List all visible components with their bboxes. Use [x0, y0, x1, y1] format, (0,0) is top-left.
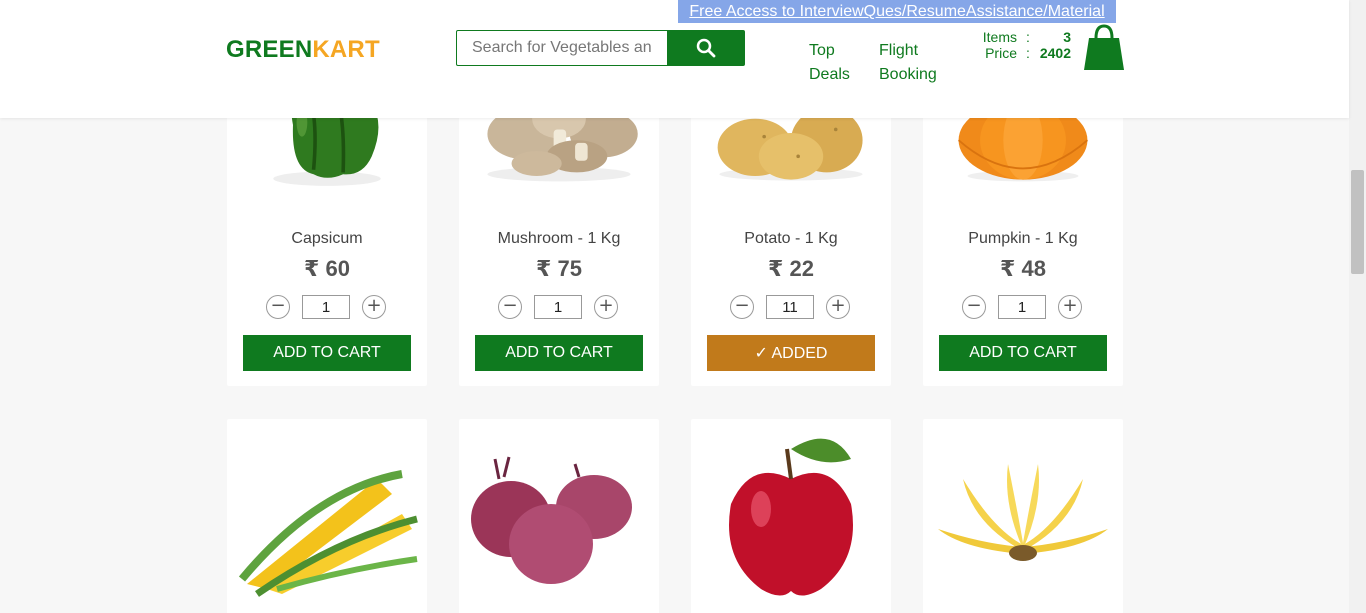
product-card-onion: [459, 419, 659, 613]
added-button[interactable]: ✓ ADDED: [707, 335, 875, 371]
product-price: ₹ 75: [536, 256, 582, 281]
quantity-input[interactable]: [302, 295, 350, 319]
search-button[interactable]: [667, 30, 745, 66]
increment-button[interactable]: +: [362, 295, 386, 319]
product-price: ₹ 48: [1000, 256, 1046, 281]
site-header: Free Access to InterviewQues/ResumeAssis…: [0, 0, 1349, 118]
quantity-input[interactable]: [534, 295, 582, 319]
add-to-cart-button[interactable]: ADD TO CART: [939, 335, 1107, 371]
apple-image: [729, 438, 853, 596]
product-card-corn: [227, 419, 427, 613]
product-price: ₹ 60: [304, 256, 350, 281]
items-count: 3: [1063, 29, 1071, 45]
corn-image: [238, 470, 418, 597]
quantity-input[interactable]: [766, 295, 814, 319]
search-icon: [696, 38, 716, 58]
increment-button[interactable]: +: [1058, 295, 1082, 319]
product-card-capsicum: Capsicum ₹ 60 − + ADD TO CART: [227, 74, 427, 386]
brand-part-kart: KART: [312, 36, 380, 63]
quantity-stepper: − +: [266, 295, 388, 319]
product-card-apple: [691, 419, 891, 613]
quantity-stepper: − +: [962, 295, 1084, 319]
scrollbar-thumb[interactable]: [1351, 170, 1364, 274]
search-input[interactable]: [456, 30, 668, 66]
product-name: Potato - 1 Kg: [744, 230, 838, 247]
brand-part-green: GREEN: [226, 36, 313, 63]
product-card-mushroom: Mushroom - 1 Kg ₹ 75 − + ADD TO CART: [459, 80, 659, 386]
decrement-button[interactable]: −: [730, 295, 754, 319]
price-separator: :: [1026, 45, 1030, 61]
items-label: Items: [982, 29, 1017, 45]
decrement-button[interactable]: −: [266, 295, 290, 319]
product-card-pumpkin: Pumpkin - 1 Kg ₹ 48 − + ADD TO CART: [923, 80, 1123, 386]
price-total: 2402: [1039, 45, 1071, 61]
onion-image: [471, 456, 632, 584]
items-separator: :: [1026, 29, 1030, 45]
increment-button[interactable]: +: [594, 295, 618, 319]
quantity-stepper: − +: [498, 295, 620, 319]
cart-bag-icon[interactable]: [1084, 24, 1124, 72]
quantity-stepper: − +: [730, 295, 852, 319]
quantity-input[interactable]: [998, 295, 1046, 319]
increment-button[interactable]: +: [826, 295, 850, 319]
add-to-cart-button[interactable]: ADD TO CART: [243, 335, 411, 371]
product-name: Capsicum: [291, 230, 363, 247]
page-scrollbar[interactable]: [1349, 0, 1366, 613]
decrement-button[interactable]: −: [498, 295, 522, 319]
cart-summary: Items : 3 Price : 2402: [975, 29, 1071, 61]
price-label: Price: [985, 45, 1017, 61]
product-card-potato: Potato - 1 Kg ₹ 22 − + ✓ ADDED: [691, 80, 891, 386]
product-name: Mushroom - 1 Kg: [497, 230, 621, 247]
product-name: Pumpkin - 1 Kg: [968, 230, 1078, 247]
decrement-button[interactable]: −: [962, 295, 986, 319]
product-card-banana: [923, 419, 1123, 613]
promo-link[interactable]: Free Access to InterviewQues/ResumeAssis…: [678, 0, 1116, 23]
top-deals-link[interactable]: Top Deals: [809, 39, 859, 87]
add-to-cart-button[interactable]: ADD TO CART: [475, 335, 643, 371]
product-price: ₹ 22: [768, 256, 814, 281]
brand-logo[interactable]: GREENKART: [226, 36, 380, 64]
flight-booking-link[interactable]: Flight Booking: [879, 39, 949, 87]
banana-image: [938, 464, 1108, 561]
